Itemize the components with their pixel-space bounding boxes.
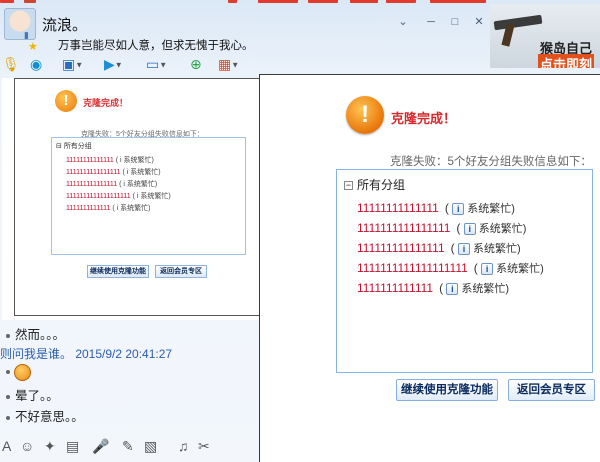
failure-row: 1111111111111( i 系统繁忙) (357, 281, 510, 295)
group-id: 1111111111111111 (357, 221, 451, 235)
music-icon[interactable]: ♫ (178, 436, 189, 456)
mini-row: 11111111111111 ( i 系统繁忙) (66, 157, 154, 164)
info-icon[interactable]: i (481, 262, 494, 275)
file-icon[interactable]: ▶▼ (104, 54, 123, 74)
mini-continue-button: 继续使用克隆功能 (87, 265, 149, 278)
screen-share-icon[interactable]: ▣▼ (62, 54, 83, 74)
failure-summary: 克隆失败：5个好友分组失败信息如下： (390, 156, 592, 168)
failure-list: − 所有分组 11111111111111( i 系统繁忙) 11111111111… (336, 169, 593, 373)
emoji-icon (14, 364, 31, 381)
picture-icon[interactable]: ▧ (144, 436, 157, 456)
mini-row: 1111111111111111 ( i 系统繁忙) (66, 169, 161, 176)
group-id: 11111111111111 (357, 201, 439, 215)
failure-row: 1111111111111111( i 系统繁忙) (357, 221, 527, 235)
mini-member-button: 返回会员专区 (155, 265, 207, 278)
emoji-picker-icon[interactable]: ☺ (20, 436, 34, 456)
avatar[interactable] (4, 8, 36, 40)
minimize-icon[interactable]: ─ (424, 15, 438, 29)
failure-row: 1111111111111111111( i 系统繁忙) (357, 261, 544, 275)
voice-message-icon[interactable]: 🎤 (92, 436, 109, 456)
collapse-icon[interactable]: ⌄ (396, 15, 410, 29)
group-label: 所有分组 (357, 178, 406, 192)
message-text: 晕了。。 (6, 385, 59, 404)
contact-signature: 万事岂能尽如人意，但求无愧于我心。 (58, 40, 254, 52)
failure-row: 11111111111111( i 系统繁忙) (357, 201, 515, 215)
shake-icon[interactable]: ✦ (44, 436, 56, 456)
failure-reason: 系统繁忙 (496, 263, 541, 275)
failure-reason: 系统繁忙 (467, 203, 512, 215)
continue-clone-button[interactable]: 继续使用克隆功能 (396, 379, 498, 401)
mini-failure-box: ⊟ 所有分组 11111111111111 ( i 系统繁忙) 11111111… (51, 137, 246, 255)
add-app-icon[interactable]: ⊕ (190, 54, 202, 74)
ad-line-2: 点击即刻 (538, 54, 595, 68)
failure-reason: 系统繁忙 (478, 223, 523, 235)
message-header: 则问我是谁。 2015/9/2 20:41:27 (0, 347, 173, 361)
failure-row: 111111111111111( i 系统繁忙) (357, 241, 521, 255)
mini-row: 1111111111111 ( i 系统繁忙) (66, 205, 151, 212)
ad-banner[interactable]: 猴岛自己 点击即刻 (490, 4, 600, 68)
font-icon[interactable]: A (2, 436, 11, 456)
clone-result-dialog: ! 克隆完成！ 克隆失败：5个好友分组失败信息如下： − 所有分组 1111111… (259, 74, 600, 462)
message-text: 然而。。。 (6, 324, 65, 343)
warning-icon: ! (346, 96, 384, 134)
collapse-icon[interactable]: − (344, 181, 353, 191)
message-screenshot[interactable]: ! 克隆完成！ 克隆失败：5个好友分组失败信息如下： ⊟ 所有分组 111111… (14, 78, 260, 316)
chat-toolbar: 🎙 ◉ ▣▼ ▶▼ ▭▼ ⊕ ▦▼ (0, 54, 260, 76)
title-strip (0, 0, 490, 4)
mini-row: 1111111111111111111 ( i 系统繁忙) (66, 193, 171, 200)
group-id: 111111111111111 (357, 241, 445, 255)
rifle-image (493, 14, 543, 31)
info-icon[interactable]: i (446, 282, 459, 295)
image-icon[interactable]: ▤ (66, 436, 79, 456)
failure-reason: 系统繁忙 (461, 283, 506, 295)
mini-row: 111111111111111 ( i 系统繁忙) (66, 181, 158, 188)
group-id: 1111111111111 (357, 281, 434, 295)
close-icon[interactable]: ✕ (472, 15, 486, 29)
warning-icon: ! (55, 90, 77, 112)
remote-desktop-icon[interactable]: ▭▼ (146, 54, 167, 74)
group-header[interactable]: − 所有分组 (344, 176, 405, 193)
voice-icon[interactable]: 🎙 (2, 54, 20, 74)
failure-reason: 系统繁忙 (472, 243, 517, 255)
apps-icon[interactable]: ▦▼ (218, 54, 239, 74)
info-icon[interactable]: i (457, 242, 470, 255)
edit-icon[interactable]: ✎ (122, 436, 134, 456)
input-toolbar: A ☺ ✦ ▤ 🎤 ✎ ▧ ♫ ✂ (0, 436, 258, 458)
info-icon[interactable]: i (463, 222, 476, 235)
star-icon: ★ (28, 41, 38, 53)
return-member-zone-button[interactable]: 返回会员专区 (508, 379, 595, 401)
scissors-icon[interactable]: ✂ (198, 436, 210, 456)
contact-name[interactable]: 流浪。 (42, 14, 87, 35)
group-id: 1111111111111111111 (357, 261, 468, 275)
mini-group: ⊟ 所有分组 (56, 143, 92, 150)
info-icon[interactable]: i (452, 202, 465, 215)
mini-title: 克隆完成！ (83, 98, 129, 108)
dialog-title: 克隆完成！ (391, 111, 457, 126)
maximize-icon[interactable]: □ (448, 15, 462, 29)
message-text: 不好意思。。 (6, 406, 84, 425)
video-icon[interactable]: ◉ (30, 54, 42, 74)
